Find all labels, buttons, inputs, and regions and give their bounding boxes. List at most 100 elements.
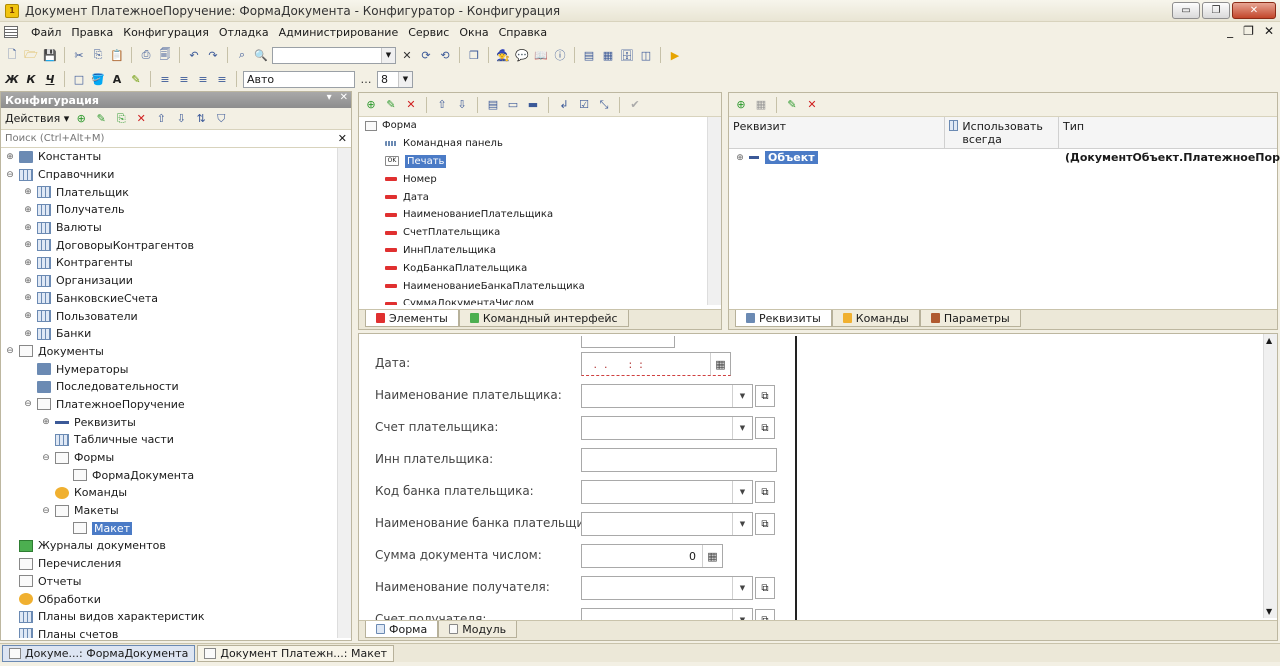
search-combo[interactable]: ▼ bbox=[272, 46, 396, 64]
align-left-icon[interactable]: ≡ bbox=[157, 71, 173, 87]
number-field-cut[interactable] bbox=[581, 336, 675, 348]
attribute-row[interactable]: ⊕ Объект (ДокументОбъект.ПлатежноеПору… bbox=[729, 149, 1280, 166]
tree-item[interactable]: ⊕ Валюты bbox=[1, 219, 351, 237]
tree-item[interactable]: Табличные части bbox=[1, 431, 351, 449]
open-module-icon[interactable]: ▤ bbox=[581, 47, 597, 63]
expand-toggle-icon[interactable]: ⊖ bbox=[41, 506, 51, 516]
delete-icon[interactable]: ✕ bbox=[403, 97, 419, 113]
open-icon[interactable]: ⧉ bbox=[755, 481, 775, 503]
tree-item[interactable]: ⊖ Справочники bbox=[1, 166, 351, 184]
calculator-icon[interactable]: ▦ bbox=[702, 545, 722, 567]
mdi-minimize-button[interactable]: _ bbox=[1227, 24, 1233, 38]
compare-icon[interactable]: ◫ bbox=[638, 47, 654, 63]
chevron-down-icon[interactable]: ▼ bbox=[398, 71, 412, 87]
preview-scrollbar[interactable]: ▲ ▼ bbox=[1263, 334, 1277, 618]
mdi-restore-button[interactable]: ❐ bbox=[1243, 24, 1254, 38]
element-item[interactable]: НаименованиеБанкаПлательщика bbox=[359, 277, 721, 295]
element-item[interactable]: ИннПлательщика bbox=[359, 242, 721, 260]
expand-toggle-icon[interactable]: ⊕ bbox=[23, 311, 33, 321]
menu-help[interactable]: Справка bbox=[494, 26, 552, 39]
tab-attributes[interactable]: Реквизиты bbox=[735, 310, 832, 327]
highlight-icon[interactable]: ✎ bbox=[128, 71, 144, 87]
tree-item[interactable]: Планы счетов bbox=[1, 626, 351, 638]
reference-icon[interactable]: 📖 bbox=[533, 47, 549, 63]
properties-icon[interactable]: ☑ bbox=[576, 97, 592, 113]
edit-icon[interactable]: ✎ bbox=[383, 97, 399, 113]
element-item[interactable]: Командная панель bbox=[359, 135, 721, 153]
align-right-icon[interactable]: ≡ bbox=[195, 71, 211, 87]
expand-toggle-icon[interactable]: ⊕ bbox=[23, 258, 33, 268]
elements-scrollbar[interactable] bbox=[707, 117, 721, 305]
form-field[interactable]: ▼ ⧉ bbox=[581, 416, 775, 440]
element-item[interactable]: Номер bbox=[359, 170, 721, 188]
cut-icon[interactable]: ✂ bbox=[71, 47, 87, 63]
tree-item[interactable]: ⊖ Формы bbox=[1, 449, 351, 467]
form-field[interactable]: ▼ ⧉ bbox=[581, 384, 775, 408]
menu-file[interactable]: Файл bbox=[26, 26, 66, 39]
expand-toggle-icon[interactable]: ⊖ bbox=[5, 346, 15, 356]
calendar-icon[interactable]: ▦ bbox=[710, 353, 730, 375]
tree-item[interactable]: ⊖ Макеты bbox=[1, 502, 351, 520]
menu-administration[interactable]: Администрирование bbox=[274, 26, 404, 39]
close-window-button[interactable]: ✕ bbox=[1232, 2, 1276, 19]
tree-item[interactable]: ⊕ Реквизиты bbox=[1, 413, 351, 431]
tree-item[interactable]: Отчеты bbox=[1, 573, 351, 591]
element-item[interactable]: СчетПлательщика bbox=[359, 224, 721, 242]
expand-toggle-icon[interactable]: ⊖ bbox=[41, 453, 51, 463]
window-tab[interactable]: Докуме...: ФормаДокумента bbox=[2, 644, 196, 662]
tab-parameters[interactable]: Параметры bbox=[919, 310, 1021, 327]
tree-item[interactable]: ⊕ Получатель bbox=[1, 201, 351, 219]
filter-icon[interactable]: ⛉ bbox=[213, 111, 229, 127]
tree-item[interactable]: Команды bbox=[1, 484, 351, 502]
chevron-down-icon[interactable]: ▼ bbox=[381, 47, 395, 63]
print-preview-icon[interactable]: 🗐 bbox=[157, 47, 173, 63]
element-item[interactable]: КодБанкаПлательщика bbox=[359, 259, 721, 277]
menu-edit[interactable]: Правка bbox=[66, 26, 118, 39]
open-icon[interactable]: ⧉ bbox=[755, 417, 775, 439]
element-item[interactable]: Дата bbox=[359, 188, 721, 206]
move-up-icon[interactable]: ⇧ bbox=[153, 111, 169, 127]
clear-search-icon[interactable]: ✕ bbox=[338, 132, 347, 145]
delete-icon[interactable]: ✕ bbox=[804, 97, 820, 113]
find-next-icon[interactable]: ⟳ bbox=[418, 47, 434, 63]
copy-icon[interactable]: ⎘ bbox=[90, 47, 106, 63]
align-justify-icon[interactable]: ≡ bbox=[214, 71, 230, 87]
actions-menu-button[interactable]: Действия ▾ bbox=[5, 112, 69, 125]
tree-search-input[interactable] bbox=[1, 130, 331, 147]
check-icon[interactable]: ✔ bbox=[627, 97, 643, 113]
tree-item[interactable]: Последовательности bbox=[1, 378, 351, 396]
expand-toggle-icon[interactable]: ⊕ bbox=[41, 417, 51, 427]
fill-color-icon[interactable]: 🪣 bbox=[90, 71, 106, 87]
chevron-down-icon[interactable]: ▼ bbox=[732, 417, 752, 439]
chevron-down-icon[interactable]: ▼ bbox=[732, 481, 752, 503]
expand-icon[interactable]: ⊕ bbox=[735, 153, 745, 163]
scroll-up-icon[interactable]: ▲ bbox=[1266, 336, 1272, 345]
align-center-icon[interactable]: ≡ bbox=[176, 71, 192, 87]
expand-toggle-icon[interactable]: ⊕ bbox=[5, 152, 15, 162]
expand-toggle-icon[interactable]: ⊖ bbox=[5, 170, 15, 180]
expand-toggle-icon[interactable]: ⊕ bbox=[23, 187, 33, 197]
find-in-files-icon[interactable]: ⌕ bbox=[234, 47, 250, 63]
add-icon[interactable]: ⊕ bbox=[73, 111, 89, 127]
main-menu-icon[interactable] bbox=[4, 26, 18, 38]
italic-icon[interactable]: К bbox=[23, 71, 39, 87]
tree-item[interactable]: ⊖ ПлатежноеПоручение bbox=[1, 396, 351, 414]
bold-icon[interactable]: Ж bbox=[4, 71, 20, 87]
chevron-down-icon[interactable]: ▼ bbox=[732, 513, 752, 535]
scroll-down-icon[interactable]: ▼ bbox=[1266, 607, 1272, 616]
tree-item[interactable]: Обработки bbox=[1, 590, 351, 608]
clear-search-icon[interactable]: ✕ bbox=[399, 47, 415, 63]
expand-toggle-icon[interactable]: ⊖ bbox=[23, 399, 33, 409]
menu-debug[interactable]: Отладка bbox=[214, 26, 274, 39]
form-field[interactable]: ▼ ⧉ bbox=[581, 576, 775, 600]
column-use-always[interactable]: Использовать всегда bbox=[945, 117, 1059, 148]
element-item[interactable]: OK Печать bbox=[359, 153, 721, 171]
window-tab[interactable]: Документ Платежн...: Макет bbox=[197, 644, 395, 662]
minimize-button[interactable]: ▭ bbox=[1172, 2, 1200, 19]
tree-item[interactable]: ⊕ Организации bbox=[1, 272, 351, 290]
paste-icon[interactable]: 📋 bbox=[109, 47, 125, 63]
undo-icon[interactable]: ↶ bbox=[186, 47, 202, 63]
pin-icon[interactable]: ▾ bbox=[327, 92, 332, 103]
redo-icon[interactable]: ↷ bbox=[205, 47, 221, 63]
wrap-icon[interactable]: ↲ bbox=[556, 97, 572, 113]
